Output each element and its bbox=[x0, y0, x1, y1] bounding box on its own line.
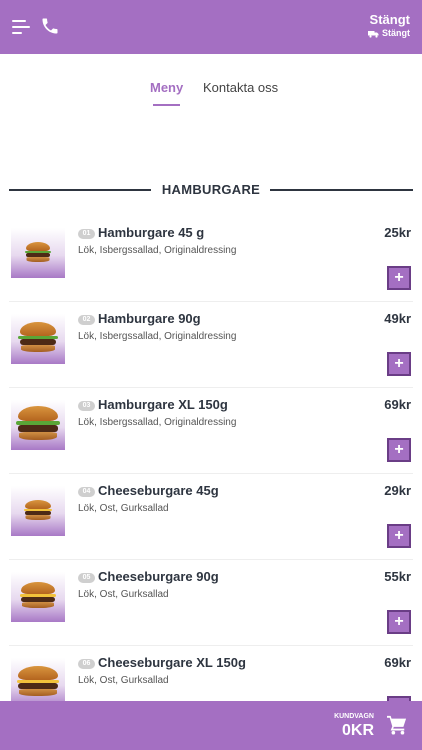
item-price: 49kr bbox=[384, 311, 411, 326]
item-number-badge: 05 bbox=[78, 573, 95, 583]
cart-icon[interactable] bbox=[386, 715, 408, 735]
add-to-cart-button[interactable]: + bbox=[387, 438, 411, 462]
item-description: Lök, Ost, Gurksallad bbox=[78, 503, 169, 514]
item-price: 69kr bbox=[384, 397, 411, 412]
item-description: Lök, Ost, Gurksallad bbox=[78, 589, 169, 600]
item-name: Hamburgare 90g bbox=[98, 311, 201, 326]
list-item[interactable]: 01 Hamburgare 45 g Lök, Isbergssallad, O… bbox=[9, 216, 413, 302]
product-image bbox=[11, 228, 65, 278]
phone-icon[interactable] bbox=[40, 16, 60, 36]
item-name: Hamburgare 45 g bbox=[98, 225, 205, 240]
item-name: Cheeseburgare XL 150g bbox=[98, 655, 246, 670]
store-status: Stängt Stängt bbox=[368, 13, 410, 38]
item-description: Lök, Isbergssallad, Originaldressing bbox=[78, 245, 237, 256]
delivery-status-label: Stängt bbox=[382, 28, 410, 38]
cart-total: 0KR bbox=[341, 722, 374, 739]
item-number-badge: 03 bbox=[78, 401, 95, 411]
item-description: Lök, Isbergssallad, Originaldressing bbox=[78, 331, 237, 342]
item-name: Hamburgare XL 150g bbox=[98, 397, 228, 412]
item-name: Cheeseburgare 45g bbox=[98, 483, 219, 498]
item-price: 69kr bbox=[384, 655, 411, 670]
item-number-badge: 04 bbox=[78, 487, 95, 497]
list-item[interactable]: 05 Cheeseburgare 90g Lök, Ost, Gurksalla… bbox=[9, 560, 413, 646]
product-image bbox=[11, 314, 65, 364]
add-to-cart-button[interactable]: + bbox=[387, 352, 411, 376]
product-image bbox=[11, 400, 65, 450]
item-number-badge: 02 bbox=[78, 315, 95, 325]
item-name: Cheeseburgare 90g bbox=[98, 569, 219, 584]
product-list: 01 Hamburgare 45 g Lök, Isbergssallad, O… bbox=[9, 216, 413, 732]
top-bar: Stängt Stängt bbox=[0, 0, 422, 54]
add-to-cart-button[interactable]: + bbox=[387, 266, 411, 290]
item-price: 29kr bbox=[384, 483, 411, 498]
list-item[interactable]: 03 Hamburgare XL 150g Lök, Isbergssallad… bbox=[9, 388, 413, 474]
tab-bar: Meny Kontakta oss bbox=[0, 54, 422, 114]
list-item[interactable]: 02 Hamburgare 90g Lök, Isbergssallad, Or… bbox=[9, 302, 413, 388]
item-price: 55kr bbox=[384, 569, 411, 584]
divider-right bbox=[270, 189, 413, 191]
item-description: Lök, Isbergssallad, Originaldressing bbox=[78, 417, 237, 428]
item-price: 25kr bbox=[384, 225, 411, 240]
category-header: HAMBURGARE bbox=[0, 178, 422, 200]
cart-label: KUNDVAGN bbox=[334, 713, 374, 720]
truck-icon bbox=[368, 30, 379, 38]
item-number-badge: 06 bbox=[78, 659, 95, 669]
item-number-badge: 01 bbox=[78, 229, 95, 239]
add-to-cart-button[interactable]: + bbox=[387, 524, 411, 548]
item-description: Lök, Ost, Gurksallad bbox=[78, 675, 169, 686]
delivery-status: Stängt bbox=[368, 29, 410, 38]
tab-meny[interactable]: Meny bbox=[150, 80, 183, 95]
active-tab-indicator bbox=[153, 104, 180, 106]
product-image bbox=[11, 486, 65, 536]
list-item[interactable]: 04 Cheeseburgare 45g Lök, Ost, Gurksalla… bbox=[9, 474, 413, 560]
product-image bbox=[11, 572, 65, 622]
add-to-cart-button[interactable]: + bbox=[387, 610, 411, 634]
tab-kontakta-oss[interactable]: Kontakta oss bbox=[203, 80, 278, 95]
store-status-label: Stängt bbox=[369, 12, 410, 27]
cart-bar[interactable]: KUNDVAGN 0KR bbox=[0, 701, 422, 750]
menu-icon[interactable] bbox=[12, 20, 30, 34]
